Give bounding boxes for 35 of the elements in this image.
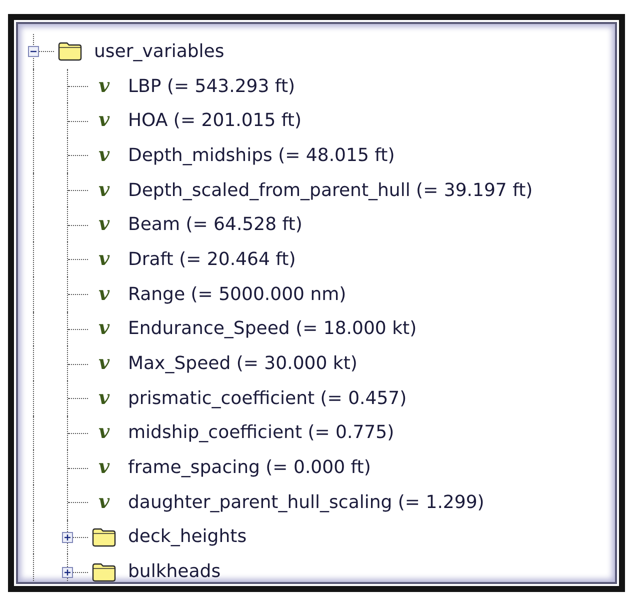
variable-label[interactable]: Endurance_Speed (= 18.000 kt) (128, 318, 417, 340)
variable-icon: v (92, 388, 116, 408)
variable-label[interactable]: daughter_parent_hull_scaling (= 1.299) (128, 492, 484, 513)
variable-label[interactable]: midship_coefficient (= 0.775) (128, 422, 394, 444)
variable-icon: v (92, 76, 116, 96)
variable-label[interactable]: prismatic_coefficient (= 0.457) (128, 388, 407, 409)
variable-label[interactable]: Range (= 5000.000 nm) (128, 284, 346, 305)
variable-icon: v (92, 215, 116, 234)
variable-label[interactable]: Beam (= 64.528 ft) (128, 214, 302, 236)
variable-label[interactable]: Depth_scaled_from_parent_hull (= 39.197 ft) (128, 180, 533, 201)
variable-icon: v (92, 111, 116, 130)
variable-icon: v (92, 458, 116, 478)
folder-icon (92, 562, 116, 582)
folder-icon (92, 526, 116, 547)
collapse-icon[interactable] (28, 46, 39, 58)
variable-icon: v (92, 423, 116, 442)
folder-label[interactable]: bulkheads (128, 561, 221, 582)
folder-label[interactable]: user_variables (94, 40, 224, 62)
variable-icon: v (92, 284, 116, 304)
variable-label[interactable]: Max_Speed (= 30.000 kt) (128, 353, 358, 374)
variable-icon: v (92, 492, 116, 512)
variable-label[interactable]: HOA (= 201.015 ft) (128, 110, 302, 132)
variable-icon: v (92, 250, 116, 269)
variable-label[interactable]: Draft (= 20.464 ft) (128, 248, 296, 270)
variable-label[interactable]: frame_spacing (= 0.000 ft) (128, 457, 371, 478)
variable-icon: v (92, 180, 116, 200)
folder-icon (58, 41, 82, 62)
expand-icon[interactable] (62, 532, 73, 543)
variable-label[interactable]: Depth_midships (= 48.015 ft) (128, 144, 395, 166)
variable-icon: v (92, 319, 116, 338)
variable-icon: v (92, 146, 116, 165)
variable-label[interactable]: LBP (= 543.293 ft) (128, 76, 296, 97)
variable-icon: v (92, 354, 116, 374)
folder-label[interactable]: deck_heights (128, 526, 247, 548)
expand-icon[interactable] (62, 566, 73, 578)
